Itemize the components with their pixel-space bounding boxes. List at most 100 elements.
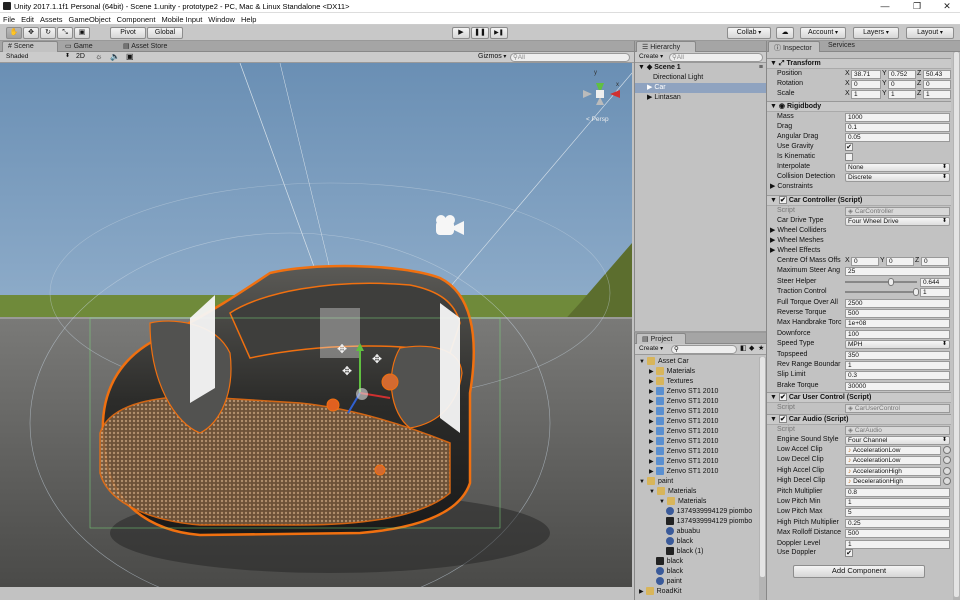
drive-type-dropdown[interactable]: Four Wheel Drive — [845, 217, 950, 226]
project-item[interactable]: ▶ Zenvo ST1 2010 — [649, 417, 718, 427]
hierarchy-search-input[interactable]: ⚲All — [669, 53, 763, 62]
global-toggle[interactable]: Global — [147, 27, 183, 39]
scale-tool-icon[interactable]: ⤡ — [57, 27, 73, 39]
expand-arrow-icon[interactable]: ▶ — [649, 369, 654, 375]
layers-dropdown[interactable]: Layers — [853, 27, 899, 39]
rotation-z-field[interactable]: 0 — [923, 80, 951, 89]
project-item[interactable]: ▶paint — [649, 577, 682, 587]
hierarchy-item[interactable]: ▶ Lintasan — [647, 93, 681, 103]
car-controller-value-field[interactable]: 350 — [845, 350, 950, 360]
position-y-field[interactable]: 0.752 — [888, 70, 916, 79]
shading-dropdown[interactable]: Shaded — [4, 53, 72, 62]
slider-value-field[interactable]: 1 — [920, 288, 950, 298]
scene-viewport[interactable]: ✥ ✥ ✥ y x < Persp — [0, 63, 632, 587]
car-controller-value-field[interactable]: 30000 — [845, 381, 950, 391]
cloud-icon[interactable]: ☁ — [776, 27, 794, 39]
audio-clip-field[interactable]: ♪ DecelerationHigh — [845, 477, 941, 487]
tab-services[interactable]: Services — [823, 41, 867, 52]
object-picker-icon[interactable] — [943, 456, 951, 465]
project-item[interactable]: ▶ Textures — [649, 377, 693, 387]
expand-arrow-icon[interactable]: ▶ — [649, 389, 654, 395]
tab-project[interactable]: ▤ Project — [636, 333, 686, 344]
car-audio-value-field[interactable]: 5 — [845, 508, 950, 518]
filter-label-icon[interactable]: ◆ — [749, 344, 754, 352]
object-picker-icon[interactable] — [943, 466, 951, 475]
mass-field[interactable]: 1000 — [845, 113, 950, 122]
project-item[interactable]: ▶ Zenvo ST1 2010 — [649, 407, 718, 417]
add-component-button[interactable]: Add Component — [793, 565, 925, 578]
constraints-foldout[interactable]: ▶ Constraints — [770, 182, 813, 192]
project-create-dropdown[interactable]: Create — [639, 345, 663, 352]
project-scroll-thumb[interactable] — [760, 357, 765, 577]
project-item[interactable]: ▶black — [659, 537, 693, 547]
slider-thumb[interactable] — [913, 288, 919, 297]
scale-x-field[interactable]: 1 — [851, 90, 881, 99]
expand-arrow-icon[interactable]: ▶ — [649, 379, 654, 385]
expand-arrow-icon[interactable]: ▶ — [649, 469, 654, 475]
expand-arrow-icon[interactable]: ▶ — [649, 419, 654, 425]
slider-track[interactable] — [845, 280, 917, 283]
position-z-field[interactable]: 50.43 — [923, 70, 951, 79]
car-controller-value-field[interactable]: 500 — [845, 309, 950, 318]
car-audio-value-field[interactable]: 0.8 — [845, 487, 950, 497]
project-item[interactable]: ▼ Materials — [659, 497, 706, 507]
menu-mobile-input[interactable]: Mobile Input — [158, 13, 205, 24]
persp-label[interactable]: < Persp — [586, 116, 609, 123]
menu-edit[interactable]: Edit — [18, 13, 37, 24]
engine-sound-style-dropdown[interactable]: Four Channel — [845, 436, 950, 445]
menu-help[interactable]: Help — [238, 13, 259, 24]
expand-arrow-icon[interactable]: ▶ — [649, 409, 654, 415]
hierarchy-create-dropdown[interactable]: Create — [639, 53, 663, 60]
wheel-meshes-foldout[interactable]: ▶ Wheel Meshes — [770, 236, 824, 246]
wheel-colliders-foldout[interactable]: ▶ Wheel Colliders — [770, 226, 826, 236]
rotate-tool-icon[interactable]: ↻ — [40, 27, 56, 39]
expand-arrow-icon[interactable]: ▶ — [649, 439, 654, 445]
position-x-field[interactable]: 38.71 — [851, 70, 881, 79]
rigidbody-component-header[interactable]: ▼ ◉ Rigidbody — [767, 101, 951, 112]
expand-arrow-icon[interactable]: ▼ — [639, 479, 645, 485]
menu-assets[interactable]: Assets — [37, 13, 66, 24]
audio-icon[interactable]: 🔈 — [110, 52, 120, 61]
hierarchy-item-selected[interactable]: ▶ Car — [635, 83, 767, 93]
tab-inspector[interactable]: ⓘ Inspector — [768, 41, 820, 52]
project-item[interactable]: ▶ Zenvo ST1 2010 — [649, 447, 718, 457]
menu-file[interactable]: File — [0, 13, 18, 24]
project-item[interactable]: ▶ Materials — [649, 367, 695, 377]
project-search-input[interactable]: ⚲ — [671, 345, 737, 354]
slider-track[interactable] — [845, 291, 917, 294]
car-audio-value-field[interactable]: 1 — [845, 539, 950, 549]
project-item[interactable]: ▶ Zenvo ST1 2010 — [649, 397, 718, 407]
centre-of-mass-z-field[interactable]: 0 — [921, 257, 949, 266]
enabled-checkbox[interactable]: ✔ — [778, 196, 787, 205]
minimize-button[interactable]: — — [876, 1, 894, 12]
options-icon[interactable]: ≡ — [759, 63, 763, 73]
audio-clip-field[interactable]: ♪ AccelerationLow — [845, 446, 941, 455]
rect-tool-icon[interactable]: ▣ — [74, 27, 90, 39]
is-kinematic-checkbox[interactable] — [845, 153, 853, 161]
expand-arrow-icon[interactable]: ▼ — [639, 359, 645, 365]
maximize-button[interactable]: ❐ — [908, 1, 926, 12]
play-button[interactable]: ▶ — [452, 27, 470, 39]
collision-detection-dropdown[interactable]: Discrete — [845, 173, 950, 182]
wheel-effects-foldout[interactable]: ▶ Wheel Effects — [770, 246, 820, 256]
menu-gameobject[interactable]: GameObject — [66, 13, 114, 24]
car-user-control-component-header[interactable]: ▼ ✔ Car User Control (Script) — [767, 392, 951, 403]
hierarchy-item[interactable]: Directional Light — [653, 73, 703, 83]
expand-arrow-icon[interactable]: ▼ — [649, 489, 655, 495]
rotation-x-field[interactable]: 0 — [851, 80, 881, 89]
expand-arrow-icon[interactable]: ▼ — [659, 499, 665, 505]
object-picker-icon[interactable] — [943, 477, 951, 486]
project-item[interactable]: ▼ Asset Car — [639, 357, 689, 367]
filter-type-icon[interactable]: ◧ — [740, 344, 747, 352]
angular-drag-field[interactable]: 0.05 — [845, 133, 950, 142]
project-item[interactable]: ▶black — [649, 557, 683, 567]
scale-z-field[interactable]: 1 — [923, 90, 951, 99]
slider-thumb[interactable] — [888, 277, 895, 286]
project-item[interactable]: ▶black (1) — [659, 547, 703, 557]
expand-arrow-icon[interactable]: ▶ — [649, 449, 654, 455]
pivot-toggle[interactable]: Pivot — [110, 27, 146, 39]
favorite-star-icon[interactable]: ★ — [758, 344, 764, 352]
car-audio-value-field[interactable]: 500 — [845, 529, 950, 539]
gizmos-dropdown[interactable]: Gizmos — [478, 53, 506, 60]
project-item[interactable]: ▶ RoadKit — [639, 587, 682, 597]
